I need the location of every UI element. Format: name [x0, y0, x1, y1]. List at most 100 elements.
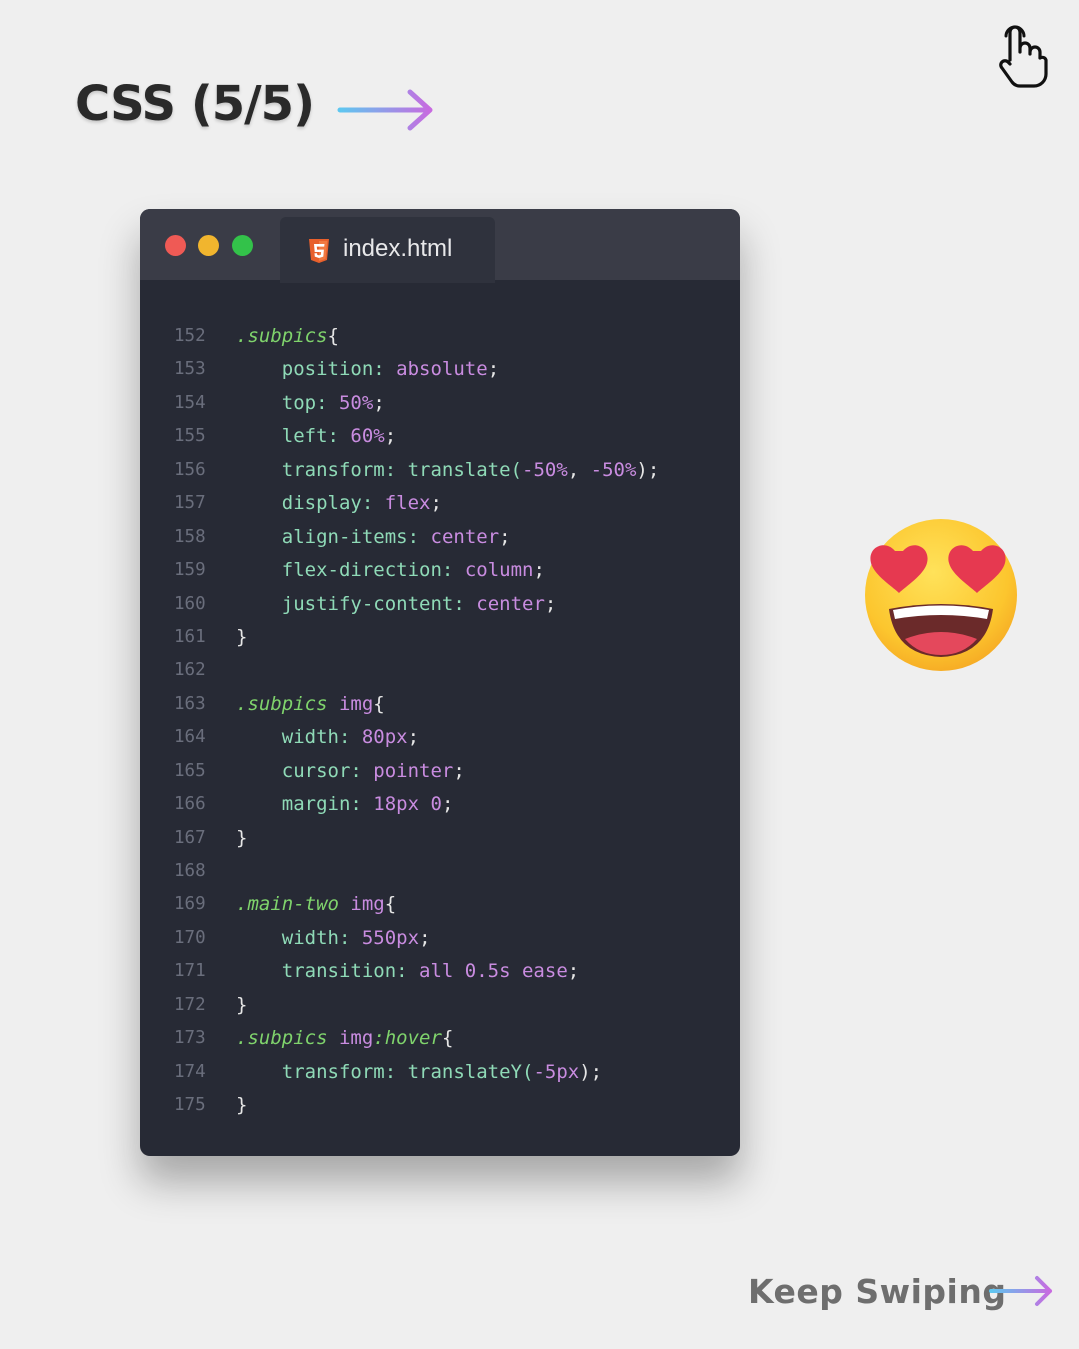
code-token: :	[396, 960, 420, 983]
code-token: :	[453, 592, 477, 615]
code-line: 163 .subpics img{	[140, 688, 740, 721]
code-token: top	[281, 391, 317, 414]
tab-label: index.html	[343, 235, 453, 262]
code-line: 166 margin: 18px 0;	[140, 788, 740, 821]
code-token: left	[281, 425, 328, 448]
code-token: );	[636, 458, 660, 481]
code-line: 155 left: 60%;	[140, 420, 740, 453]
code-token: :hover	[373, 1027, 442, 1050]
code-line: 167}	[140, 822, 740, 855]
line-number: 168	[174, 861, 206, 881]
tab-index-html[interactable]: index.html	[280, 217, 495, 283]
code-token: 50%	[338, 391, 374, 414]
maximize-window-button[interactable]	[232, 235, 253, 256]
code-token: 80px	[361, 726, 408, 749]
code-token: :	[327, 425, 351, 448]
line-number: 152	[174, 326, 206, 346]
code-line: 174 transform: translateY(-5px);	[140, 1056, 740, 1089]
code-token: .subpics	[236, 1027, 328, 1050]
code-token: justify-content	[281, 592, 454, 615]
code-token: :	[338, 926, 362, 949]
code-text: align-items: center;	[236, 526, 511, 548]
code-line: 158 align-items: center;	[140, 521, 740, 554]
code-token: ;	[567, 960, 580, 983]
line-number: 155	[174, 426, 206, 447]
line-number: 154	[174, 392, 206, 413]
code-token: ;	[441, 793, 454, 816]
code-line: 156 transform: translate(-50%, -50%);	[140, 454, 740, 487]
code-token: 550px	[361, 926, 420, 949]
code-token: cursor	[281, 759, 351, 782]
code-text: transform: translateY(-5px);	[236, 1061, 602, 1083]
code-token: :	[338, 726, 362, 749]
line-number: 153	[174, 359, 206, 380]
code-token: ;	[533, 559, 545, 582]
code-token: ;	[384, 425, 397, 448]
code-token: :	[316, 391, 339, 414]
line-number: 156	[174, 459, 206, 480]
line-number: 163	[174, 693, 206, 714]
code-line: 172}	[140, 989, 740, 1022]
code-line: 171 transition: all 0.5s ease;	[140, 955, 740, 988]
code-token: -5px	[533, 1060, 580, 1083]
code-token: transition	[281, 960, 397, 983]
line-number: 158	[174, 526, 206, 547]
code-token: width	[281, 726, 339, 749]
line-number: 161	[174, 626, 206, 647]
code-token: }	[236, 993, 248, 1016]
close-window-button[interactable]	[165, 235, 186, 256]
code-text: justify-content: center;	[236, 592, 557, 615]
code-token: img	[350, 893, 385, 916]
page-title: CSS (5/5)	[75, 76, 315, 132]
code-token: img	[338, 692, 374, 715]
code-token: .subpics	[236, 325, 328, 347]
pointing-hand-icon	[999, 25, 1048, 88]
code-line: 168	[140, 855, 740, 888]
code-token: absolute	[396, 358, 488, 381]
code-line: 173 .subpics img:hover{	[140, 1022, 740, 1055]
code-token: translate(	[407, 458, 522, 481]
code-token: center	[430, 525, 500, 548]
minimize-window-button[interactable]	[198, 235, 219, 256]
line-number: 159	[174, 560, 206, 581]
heart-eyes-emoji-icon	[865, 519, 1017, 671]
code-token: -50%	[522, 458, 568, 481]
code-text: left: 60%;	[236, 425, 396, 447]
code-text: top: 50%;	[236, 392, 385, 414]
line-number: 173	[174, 1028, 206, 1049]
code-area[interactable]: 152 .subpics {153 position: absolute; 154 t…	[140, 320, 740, 1123]
code-token: :	[441, 559, 465, 582]
code-text: }	[236, 994, 247, 1016]
code-token: ;	[373, 391, 385, 414]
code-line: 161}	[140, 621, 740, 654]
code-token: transform	[281, 1060, 385, 1083]
code-token: margin	[281, 793, 351, 816]
code-text: display: flex;	[236, 492, 442, 514]
code-text: flex-direction: column;	[236, 559, 545, 581]
code-text: .main-two img{	[236, 893, 396, 915]
code-token: 60%	[350, 425, 385, 448]
line-number: 170	[174, 927, 206, 948]
code-line: 157 display: flex;	[140, 487, 740, 520]
code-token: :	[350, 793, 374, 816]
code-token: align-items	[281, 525, 408, 548]
code-token: all 0.5s ease	[419, 960, 568, 983]
code-token: {	[441, 1027, 454, 1050]
code-text: margin: 18px 0;	[236, 793, 454, 816]
code-text: width: 80px;	[236, 726, 419, 748]
code-text: .subpics img{	[236, 693, 385, 715]
code-line: 153 position: absolute;	[140, 353, 740, 386]
code-token: ,	[567, 458, 591, 481]
code-line: 159 flex-direction: column;	[140, 554, 740, 587]
code-line: 164 width: 80px;	[140, 721, 740, 754]
